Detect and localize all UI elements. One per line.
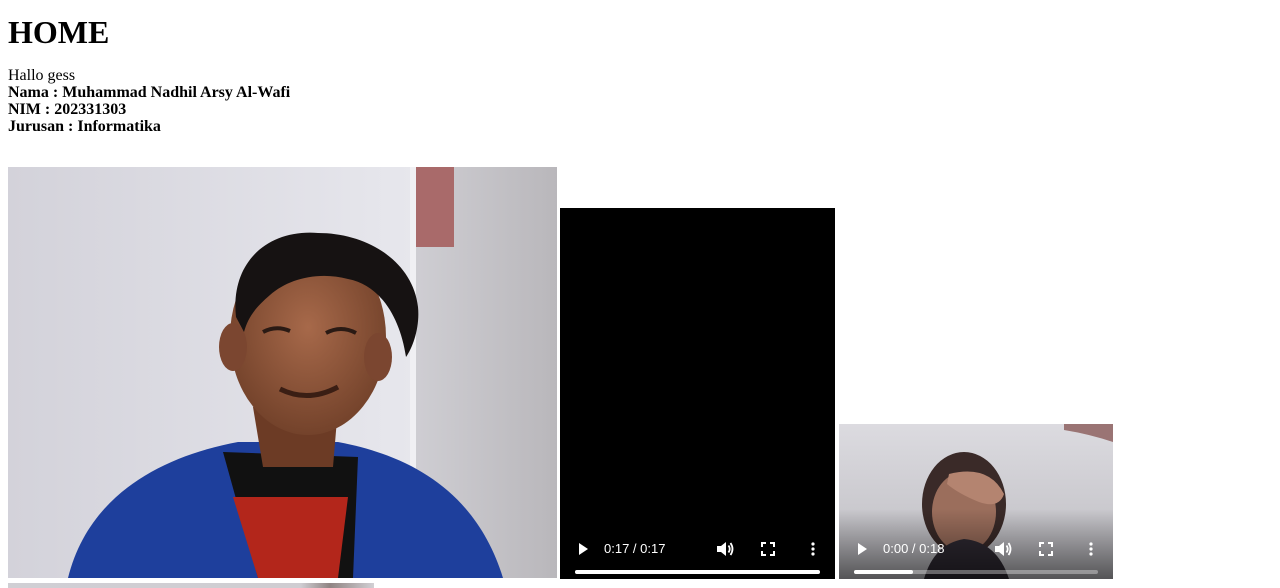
play-icon[interactable] bbox=[571, 537, 595, 561]
major-text: Jurusan : Informatika bbox=[8, 118, 161, 135]
profile-photo bbox=[8, 167, 557, 578]
play-icon[interactable] bbox=[850, 537, 874, 561]
video-timeline[interactable] bbox=[575, 570, 820, 574]
volume-icon[interactable] bbox=[991, 537, 1015, 561]
video-timeline[interactable] bbox=[854, 570, 1098, 574]
more-vert-icon[interactable] bbox=[1079, 537, 1103, 561]
nim-text: NIM : 202331303 bbox=[8, 101, 127, 118]
video-player[interactable]: 0:17 / 0:17 bbox=[560, 208, 835, 579]
volume-icon[interactable] bbox=[713, 537, 737, 561]
profile-info: Hallo gess Nama : Muhammad Nadhil Arsy A… bbox=[8, 67, 290, 135]
greeting-text: Hallo gess bbox=[8, 67, 76, 84]
video-time: 0:00 / 0:18 bbox=[883, 541, 945, 556]
fullscreen-icon[interactable] bbox=[756, 537, 780, 561]
video-progress bbox=[854, 570, 913, 574]
more-vert-icon[interactable] bbox=[801, 537, 825, 561]
video-player[interactable]: 0:00 / 0:18 bbox=[839, 424, 1113, 579]
video-controls: 0:17 / 0:17 bbox=[560, 523, 835, 579]
profile-photo-drawing bbox=[8, 167, 557, 578]
video-controls: 0:00 / 0:18 bbox=[839, 523, 1113, 579]
second-photo bbox=[8, 583, 374, 588]
video-progress bbox=[575, 570, 820, 574]
video-time: 0:17 / 0:17 bbox=[604, 541, 666, 556]
page-title: HOME bbox=[8, 14, 110, 50]
fullscreen-icon[interactable] bbox=[1034, 537, 1058, 561]
name-text: Nama : Muhammad Nadhil Arsy Al-Wafi bbox=[8, 84, 291, 101]
